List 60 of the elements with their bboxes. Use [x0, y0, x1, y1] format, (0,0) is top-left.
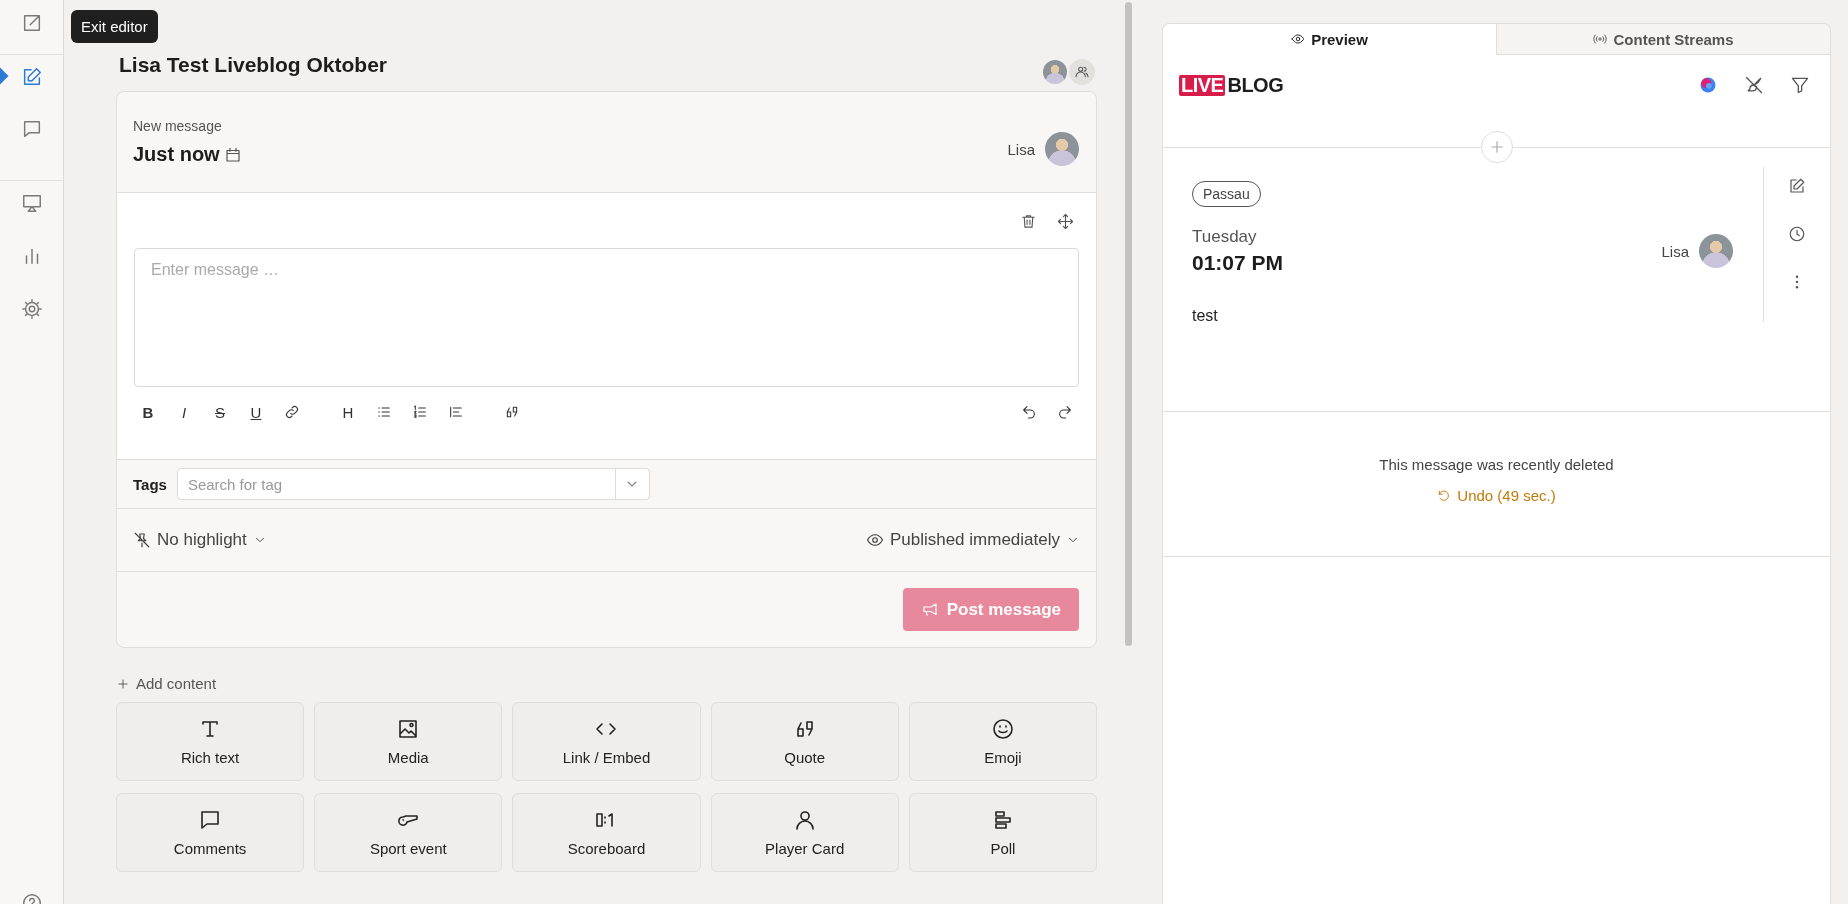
smiley-icon: [990, 717, 1015, 741]
undo-link[interactable]: Undo (49 sec.): [1437, 487, 1556, 504]
tags-label: Tags: [133, 475, 167, 493]
format-button[interactable]: H: [339, 403, 357, 421]
message-time: Just now: [133, 143, 220, 166]
content-type-tile[interactable]: Player Card: [710, 793, 899, 872]
new-message-label: New message: [133, 118, 223, 134]
undo-icon: [1437, 488, 1452, 503]
post-day: Tuesday: [1192, 227, 1284, 247]
filter-icon[interactable]: [1790, 75, 1810, 95]
scrollbar-thumb[interactable]: [1125, 2, 1132, 646]
content-type-tile[interactable]: Sport event: [314, 793, 503, 872]
add-content-button[interactable]: Add content: [116, 675, 217, 692]
format-button[interactable]: I: [175, 403, 193, 421]
numbered-list-icon[interactable]: [411, 403, 429, 421]
logo-blog: BLOG: [1227, 73, 1284, 97]
plus-icon: [116, 676, 130, 691]
content-type-tile[interactable]: Comments: [116, 793, 305, 872]
post-text: test: [1192, 307, 1219, 325]
tooltip: Exit editor: [71, 10, 158, 43]
eye-icon: [865, 531, 884, 549]
trash-icon[interactable]: [1020, 213, 1037, 230]
format-button[interactable]: U: [247, 403, 265, 421]
avatar: [1043, 60, 1067, 84]
format-button[interactable]: B: [139, 403, 157, 421]
move-icon[interactable]: [1057, 213, 1074, 230]
broadcast-icon: [1593, 32, 1608, 46]
screen-icon[interactable]: [20, 192, 43, 214]
undo-icon[interactable]: [1020, 403, 1038, 421]
eye-icon: [1291, 32, 1306, 46]
message-field[interactable]: Enter message …: [134, 248, 1079, 387]
content-type-tile[interactable]: Media: [314, 702, 503, 781]
content-type-tile[interactable]: Link / Embed: [512, 702, 701, 781]
link-icon[interactable]: [283, 403, 301, 421]
brush-off-icon[interactable]: [1744, 75, 1764, 95]
tab[interactable]: Content Streams: [1496, 24, 1830, 55]
pin-off-icon: [133, 531, 151, 549]
users-icon[interactable]: [1069, 59, 1095, 85]
content-type-tile[interactable]: Scoreboard: [512, 793, 701, 872]
redo-icon[interactable]: [1056, 403, 1074, 421]
clock-icon[interactable]: [1788, 225, 1806, 243]
settings-icon[interactable]: [20, 298, 43, 320]
calendar-icon[interactable]: [223, 145, 242, 164]
avatar: [1699, 234, 1733, 268]
swirl-icon[interactable]: [1698, 75, 1718, 95]
format-button[interactable]: S: [211, 403, 229, 421]
edit-icon[interactable]: [1788, 177, 1806, 195]
content-type-tile[interactable]: Emoji: [908, 702, 1097, 781]
highlight-dropdown[interactable]: No highlight: [133, 530, 267, 550]
avatar: [1045, 132, 1079, 166]
visibility-dropdown[interactable]: Published immediately: [865, 530, 1080, 550]
liveblog-title: Lisa Test Liveblog Oktober: [119, 53, 387, 77]
deleted-notice: This message was recently deleted: [1379, 456, 1614, 473]
logo-live: LIVE: [1179, 74, 1226, 96]
post-time: 01:07 PM: [1192, 251, 1284, 275]
author-name: Lisa: [1007, 140, 1035, 158]
author-name: Lisa: [1661, 242, 1689, 260]
content-type-tile[interactable]: Rich text: [116, 702, 305, 781]
content-type-tile[interactable]: Poll: [908, 793, 1097, 872]
content-type-tile[interactable]: Quote: [710, 702, 899, 781]
